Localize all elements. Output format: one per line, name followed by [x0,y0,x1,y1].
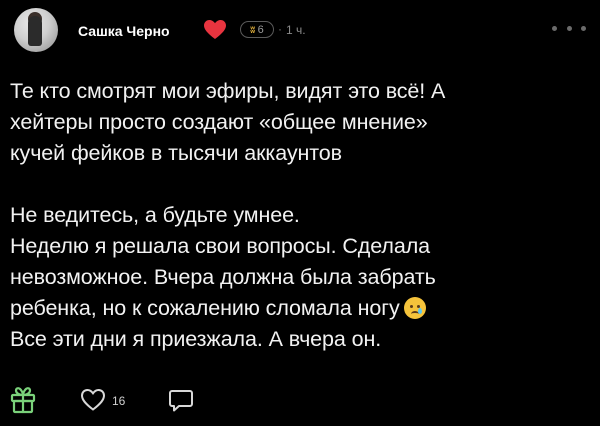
gift-icon[interactable] [8,384,38,414]
more-dot [552,25,557,31]
post-body: Те кто смотрят мои эфиры, видят это всё!… [10,76,590,355]
author-name[interactable]: Сашка Черно [78,23,170,39]
heart-outline-icon[interactable] [80,388,106,412]
badge-level: 6 [257,23,264,36]
post-time: 1 ч. [286,23,306,37]
post-actions: 16 [8,382,308,416]
avatar-figure [28,16,42,46]
post-text-line: Не ведитесь, а будьте умнее. [10,203,300,227]
meta-separator: · [278,22,282,36]
level-badge[interactable]: ʬ 6 [240,21,274,38]
more-dot [566,25,572,31]
post-card: Сашка Черно ʬ 6 · 1 ч. Те кто смотрят мо… [0,0,600,426]
bronze-rank-icon: ʬ [250,24,255,35]
post-header: Сашка Черно ʬ 6 · 1 ч. [12,8,592,52]
crying-face-emoji-icon [403,297,426,319]
avatar[interactable] [14,8,58,52]
post-text-line: хейтеры просто создают «общее мнение» [10,110,428,134]
comment-icon[interactable] [168,387,194,413]
post-text-line-with-emoji: ребенка, но к сожалению сломала ногу [10,293,590,324]
post-text-line: невозможное. Вчера должна была забрать [10,265,436,289]
more-dot [581,25,586,31]
post-text-line: Неделю я решала свои вопросы. Сделала [10,234,430,258]
post-text-line: кучей фейков в тысячи аккаунтов [10,141,342,165]
heart-emoji-icon [204,20,226,39]
post-text-line: ребенка, но к сожалению сломала ногу [10,296,400,320]
more-icon[interactable] [552,20,586,36]
like-count: 16 [112,394,126,408]
post-text-line: Все эти дни я приезжала. А вчера он. [10,327,382,351]
post-text-line: Те кто смотрят мои эфиры, видят это всё!… [10,79,446,103]
